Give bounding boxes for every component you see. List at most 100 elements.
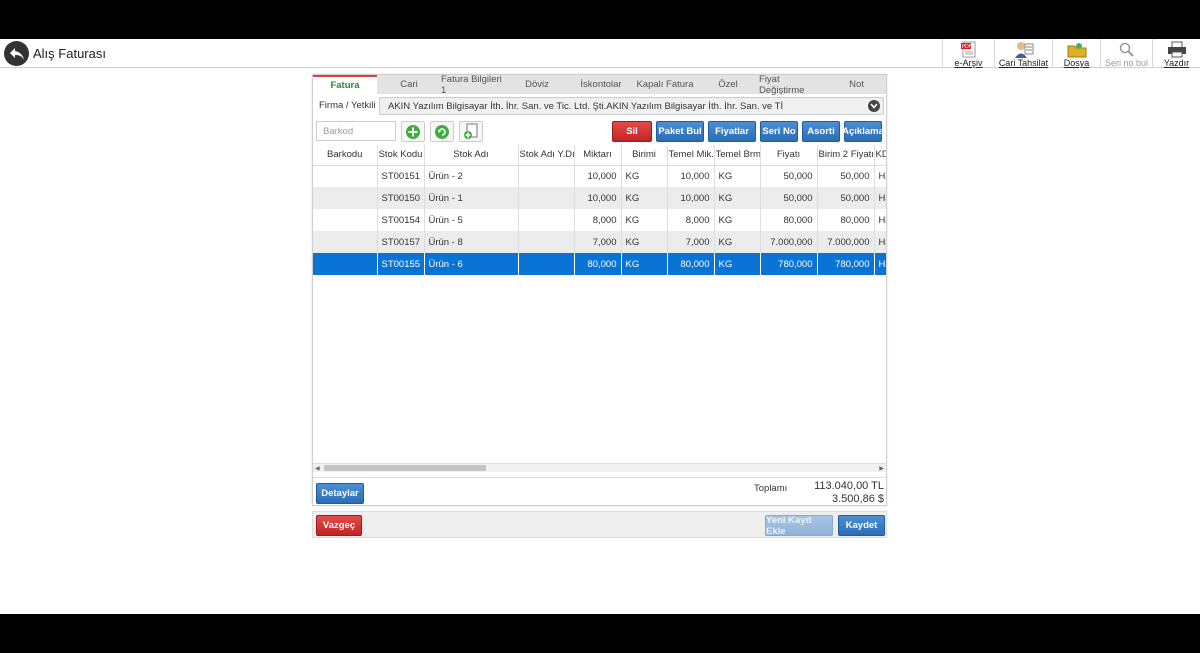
footer-bar: Vazgeç Yeni Kayıt Ekle Kaydet (312, 511, 887, 538)
cell-temel-mik: 10,000 (667, 187, 715, 209)
cell-fiyat2: 80,000 (817, 209, 875, 231)
cell-stok-adi: Ürün - 6 (424, 253, 519, 275)
e-arsiv-button[interactable]: PDF e-Arşiv (942, 39, 994, 68)
cell-temel-brm: KG (714, 165, 761, 187)
cell-miktar: 10,000 (574, 165, 622, 187)
yeni-kayit-ekle-button[interactable]: Yeni Kayıt Ekle (765, 515, 833, 537)
firma-select[interactable]: AKIN Yazılım Bilgisayar İth. İhr. San. v… (379, 97, 884, 115)
col-temel-mik[interactable]: Temel Mik. (667, 145, 715, 166)
cell-fiyat: 80,000 (760, 209, 818, 231)
document-import-button[interactable] (459, 121, 483, 142)
col-kd[interactable]: KD (874, 145, 886, 166)
tab-iskontolar[interactable]: İskontolar (569, 75, 633, 94)
vazgec-button[interactable]: Vazgeç (316, 515, 362, 536)
cell-stok-adi-yd (518, 209, 575, 231)
firma-value: AKIN Yazılım Bilgisayar İth. İhr. San. v… (388, 101, 784, 112)
svg-text:PDF: PDF (962, 44, 972, 50)
person-cash-icon (1014, 41, 1034, 58)
cari-tahsilat-button[interactable]: Cari Tahsilat (994, 39, 1052, 68)
dosya-label: Dosya (1063, 58, 1090, 68)
col-temel-brm[interactable]: Temel Brm (714, 145, 761, 166)
fiyatlar-button[interactable]: Fiyatlar (708, 121, 756, 142)
cell-temel-mik: 80,000 (667, 253, 715, 275)
col-birim2-fiyati[interactable]: Birim 2 Fiyatı (817, 145, 875, 166)
cell-barkod (313, 165, 378, 187)
cell-fiyat2: 780,000 (817, 253, 875, 275)
cell-stok-adi: Ürün - 8 (424, 231, 519, 253)
kaydet-button[interactable]: Kaydet (838, 515, 885, 536)
col-stok-adi[interactable]: Stok Adı (424, 145, 519, 166)
col-stok-kodu[interactable]: Stok Kodu (377, 145, 425, 166)
dosya-button[interactable]: Dosya (1052, 39, 1100, 68)
col-miktari[interactable]: Miktarı (574, 145, 622, 166)
col-birimi[interactable]: Birimi (621, 145, 668, 166)
asorti-button[interactable]: Asorti (802, 121, 840, 142)
scroll-right-icon[interactable]: ▶ (879, 465, 884, 472)
scroll-left-icon[interactable]: ◀ (315, 465, 320, 472)
table-row[interactable]: ST00151 Ürün - 2 10,000 KG 10,000 KG 50,… (313, 165, 886, 187)
scrollbar-thumb[interactable] (324, 465, 486, 471)
cell-kd: Ha (874, 253, 886, 275)
add-row-button[interactable] (401, 121, 425, 142)
cell-birim: KG (621, 231, 668, 253)
firma-row: Firma / Yetkili AKIN Yazılım Bilgisayar … (313, 96, 886, 116)
col-fiyati[interactable]: Fiyatı (760, 145, 818, 166)
folder-icon (1067, 41, 1087, 58)
header-bar: Alış Faturası PDF e-Arşiv Cari Tahsilat … (0, 39, 1200, 68)
cell-stok-adi-yd (518, 165, 575, 187)
detaylar-button[interactable]: Detaylar (316, 483, 364, 504)
total-tl-value: 113.040,00 TL (814, 480, 884, 492)
cell-stok-adi-yd (518, 253, 575, 275)
seri-no-bul-button[interactable]: Seri no bul (1100, 39, 1152, 68)
table-row[interactable]: ST00150 Ürün - 1 10,000 KG 10,000 KG 50,… (313, 187, 886, 209)
items-grid: Barkodu Stok Kodu Stok Adı Stok Adı Y.Dı… (313, 145, 886, 471)
barkod-input[interactable] (316, 121, 396, 141)
aciklama-button[interactable]: Açıklama (842, 121, 884, 142)
cell-fiyat: 7.000,000 (760, 231, 818, 253)
printer-icon (1167, 41, 1187, 58)
tab-ozel[interactable]: Özel (697, 75, 759, 94)
cell-birim: KG (621, 165, 668, 187)
chevron-down-icon (868, 100, 880, 112)
tab-not[interactable]: Not (827, 75, 886, 94)
cell-birim: KG (621, 187, 668, 209)
cell-fiyat: 50,000 (760, 165, 818, 187)
table-row-selected[interactable]: ST00155 Ürün - 6 80,000 KG 80,000 KG 780… (313, 253, 886, 275)
cell-kd: Ha (874, 187, 886, 209)
table-row[interactable]: ST00157 Ürün - 8 7,000 KG 7,000 KG 7.000… (313, 231, 886, 253)
toolbar: PDF e-Arşiv Cari Tahsilat Dosya Seri no … (942, 39, 1200, 68)
search-icon (1117, 41, 1137, 58)
tab-fatura-bilgileri[interactable]: Fatura Bilgileri 1 (441, 74, 505, 96)
cell-fiyat: 780,000 (760, 253, 818, 275)
back-button[interactable] (4, 41, 29, 66)
plus-circle-icon (406, 124, 420, 139)
refresh-circle-icon (435, 124, 449, 139)
invoice-panel: Fatura Cari Fatura Bilgileri 1 Döviz İsk… (312, 74, 887, 506)
cell-barkod (313, 187, 378, 209)
table-row[interactable]: ST00154 Ürün - 5 8,000 KG 8,000 KG 80,00… (313, 209, 886, 231)
tab-doviz[interactable]: Döviz (505, 75, 569, 94)
tab-fiyat-degistirme[interactable]: Fiyat Değiştirme (759, 74, 827, 96)
tab-kapali-fatura[interactable]: Kapalı Fatura (633, 75, 697, 94)
seri-no-button[interactable]: Seri No (760, 121, 798, 142)
cell-temel-brm: KG (714, 209, 761, 231)
cell-stok-kodu: ST00154 (377, 209, 425, 231)
sil-button[interactable]: Sil (612, 121, 652, 142)
cell-miktar: 7,000 (574, 231, 622, 253)
tab-fatura[interactable]: Fatura (313, 75, 377, 94)
tab-cari[interactable]: Cari (377, 75, 441, 94)
horizontal-scrollbar[interactable]: ◀ ▶ (313, 463, 886, 472)
cell-temel-brm: KG (714, 187, 761, 209)
refresh-button[interactable] (430, 121, 454, 142)
cell-stok-kodu: ST00157 (377, 231, 425, 253)
cell-stok-adi-yd (518, 231, 575, 253)
col-barkodu[interactable]: Barkodu (313, 145, 378, 166)
col-stok-adi-yd[interactable]: Stok Adı Y.Dı (518, 145, 575, 166)
yazdir-button[interactable]: Yazdır (1152, 39, 1200, 68)
cell-stok-adi-yd (518, 187, 575, 209)
cell-miktar: 8,000 (574, 209, 622, 231)
cell-barkod (313, 253, 378, 275)
paket-bul-button[interactable]: Paket Bul (656, 121, 704, 142)
cell-fiyat: 50,000 (760, 187, 818, 209)
cell-temel-mik: 10,000 (667, 165, 715, 187)
